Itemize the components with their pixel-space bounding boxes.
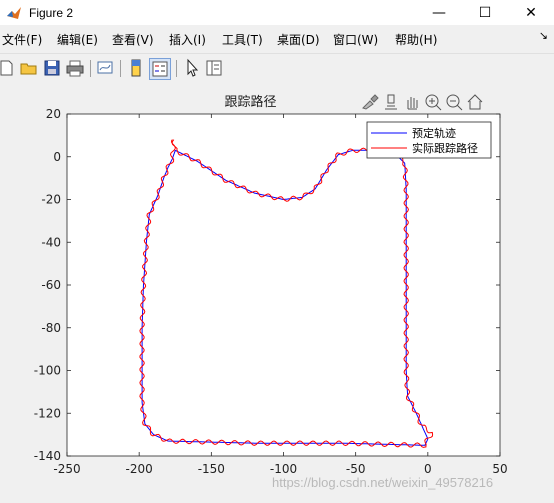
y-tick-label: -60 (41, 278, 61, 292)
menu-bar: 文件(F) 编辑(E) 查看(V) 插入(I) 工具(T) 桌面(D) 窗口(W… (0, 27, 554, 51)
y-tick-label: 20 (46, 107, 61, 121)
matlab-logo-icon (7, 6, 21, 19)
figure-toolbar (0, 53, 554, 82)
minimize-icon: — (432, 4, 446, 21)
axes-box (66, 113, 501, 457)
maximize-icon: ☐ (478, 4, 492, 21)
close-icon: ✕ (525, 4, 537, 21)
y-tick-label: -40 (41, 235, 61, 249)
dock-arrow-icon[interactable]: ↘ (539, 29, 548, 42)
x-tick-label: -100 (270, 462, 297, 475)
menu-insert[interactable]: 插入(I) (169, 31, 206, 48)
zoom-in-icon[interactable] (425, 94, 442, 111)
x-tick-label: -150 (198, 462, 225, 475)
chart-title: 跟踪路径 (224, 94, 276, 110)
new-figure-icon[interactable] (0, 58, 16, 78)
open-file-icon[interactable] (19, 58, 39, 78)
window-title: Figure 2 (29, 5, 74, 20)
print-icon[interactable] (65, 58, 85, 78)
y-tick-label: -140 (34, 449, 61, 463)
home-icon[interactable] (467, 94, 483, 110)
legend: 预定轨迹 实际跟踪路径 (366, 121, 492, 159)
y-tick-label: -100 (34, 364, 61, 378)
legend-icon[interactable] (149, 58, 171, 80)
menu-file[interactable]: 文件(F) (2, 31, 42, 48)
property-editor-icon[interactable] (204, 58, 224, 78)
x-tick-label: 50 (492, 462, 507, 475)
y-tick-label: -120 (34, 406, 61, 420)
colorbar-icon[interactable] (126, 58, 146, 78)
tracking-chart: 跟踪路径 -250 -200 -150 -100 -50 0 50 20 0 -20 -40 -60 -… (34, 94, 508, 475)
save-icon[interactable] (42, 58, 62, 78)
menu-window[interactable]: 窗口(W) (333, 31, 378, 48)
link-plot-icon[interactable] (95, 58, 115, 78)
x-tick-label: -50 (346, 462, 366, 475)
menu-view[interactable]: 查看(V) (112, 31, 154, 48)
legend-label-actual: 实际跟踪路径 (412, 141, 478, 155)
menu-edit[interactable]: 编辑(E) (57, 31, 98, 48)
window-title-bar: Figure 2 — ☐ ✕ (0, 0, 554, 25)
menu-tools[interactable]: 工具(T) (222, 31, 263, 48)
x-tick-label: -250 (53, 462, 80, 475)
pointer-icon[interactable] (182, 58, 202, 78)
maximize-button[interactable]: ☐ (462, 0, 508, 25)
axes-toolbar (362, 94, 483, 111)
toolbar-separator (90, 60, 91, 77)
y-tick-label: 0 (53, 150, 61, 164)
data-cursor-icon[interactable] (385, 94, 397, 110)
menu-desktop[interactable]: 桌面(D) (277, 31, 320, 48)
brush-icon[interactable] (362, 94, 379, 110)
zoom-out-icon[interactable] (446, 94, 463, 111)
menu-help[interactable]: 帮助(H) (395, 31, 437, 48)
watermark: https://blog.csdn.net/weixin_49578216 (272, 475, 494, 490)
y-tick-label: -20 (41, 193, 61, 207)
x-tick-label: -200 (126, 462, 153, 475)
x-tick-label: 0 (424, 462, 432, 475)
minimize-button[interactable]: — (416, 0, 462, 25)
close-button[interactable]: ✕ (508, 0, 554, 25)
pan-icon[interactable] (407, 97, 418, 110)
toolbar-separator (120, 60, 121, 77)
y-tick-label: -80 (41, 321, 61, 335)
toolbar-separator (176, 60, 177, 77)
legend-label-planned: 预定轨迹 (412, 126, 456, 140)
